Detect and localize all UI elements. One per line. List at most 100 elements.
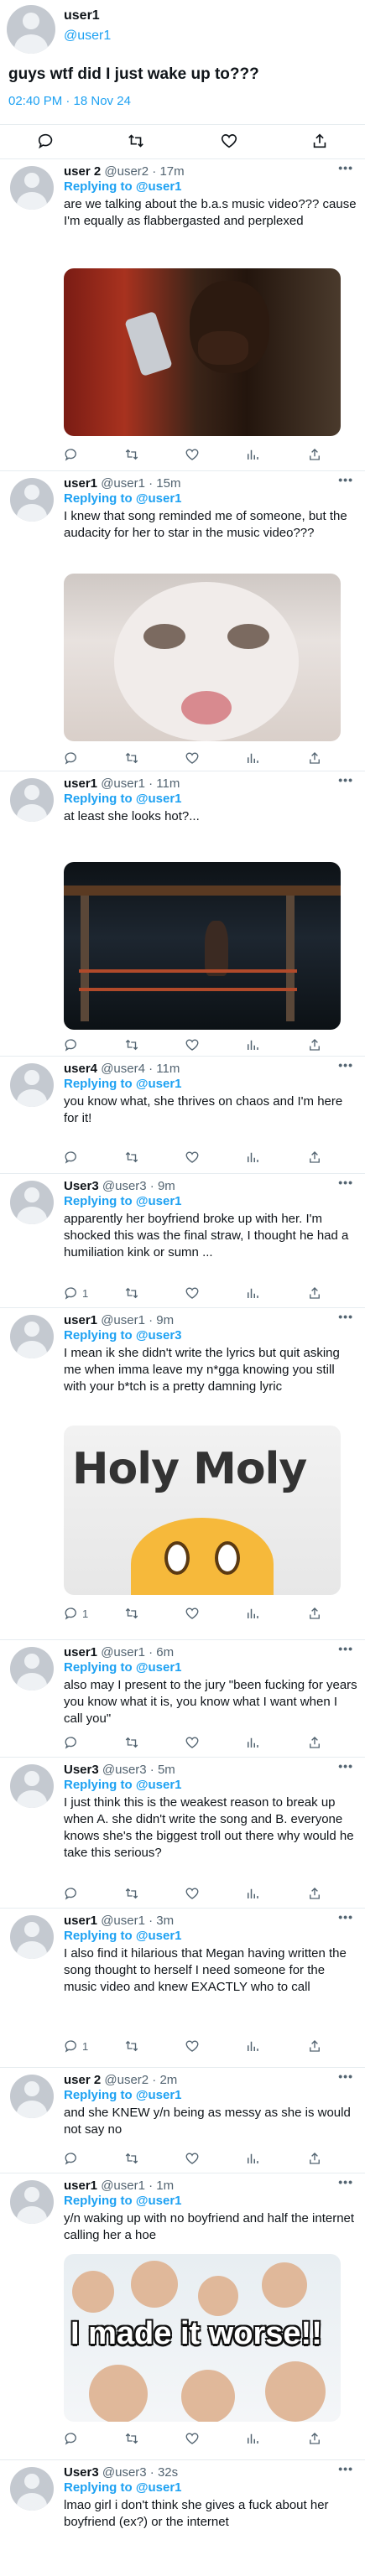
author-name[interactable]: user1 xyxy=(64,776,97,791)
comment-icon[interactable] xyxy=(64,2430,82,2447)
retweet-icon[interactable] xyxy=(124,750,143,766)
comment-icon[interactable] xyxy=(64,446,82,463)
replying-to-handle[interactable]: @user3 xyxy=(136,1328,182,1343)
author-handle[interactable]: @user1 xyxy=(101,776,145,791)
replying-to-handle[interactable]: @user1 xyxy=(136,2194,182,2208)
share-icon[interactable] xyxy=(307,1605,322,1622)
heart-icon[interactable] xyxy=(185,2150,203,2167)
heart-icon[interactable] xyxy=(185,2430,203,2447)
replying-to-handle[interactable]: @user1 xyxy=(136,491,182,506)
author-name[interactable]: user1 xyxy=(64,8,100,23)
replying-to-handle[interactable]: @user1 xyxy=(136,1778,182,1792)
views-icon[interactable] xyxy=(245,750,260,766)
retweet-icon[interactable] xyxy=(124,2430,143,2447)
avatar[interactable] xyxy=(10,2467,54,2511)
heart-icon[interactable] xyxy=(185,1885,203,1902)
more-icon[interactable]: ••• xyxy=(338,773,353,787)
heart-icon[interactable] xyxy=(185,1285,203,1301)
replying-to-handle[interactable]: @user1 xyxy=(136,179,182,194)
comment-icon[interactable] xyxy=(64,2150,82,2167)
avatar[interactable] xyxy=(10,1315,54,1358)
replying-to-handle[interactable]: @user1 xyxy=(136,2088,182,2102)
heart-icon[interactable] xyxy=(185,1036,203,1053)
heart-icon[interactable] xyxy=(185,1734,203,1751)
more-icon[interactable]: ••• xyxy=(338,2070,353,2083)
author-name[interactable]: user1 xyxy=(64,1645,97,1659)
avatar[interactable] xyxy=(10,478,54,522)
share-icon[interactable] xyxy=(307,1734,322,1751)
replying-to-handle[interactable]: @user1 xyxy=(136,1929,182,1943)
share-icon[interactable] xyxy=(310,132,331,150)
comment-icon[interactable]: 1 xyxy=(64,2038,88,2054)
more-icon[interactable]: ••• xyxy=(338,1759,353,1773)
share-icon[interactable] xyxy=(307,1149,322,1166)
more-icon[interactable]: ••• xyxy=(338,1310,353,1323)
author-handle[interactable]: @user3 xyxy=(102,1179,147,1193)
views-icon[interactable] xyxy=(245,1036,260,1053)
author-handle[interactable]: @user4 xyxy=(101,1062,145,1076)
views-icon[interactable] xyxy=(245,1149,260,1166)
comment-icon[interactable]: 1 xyxy=(64,1285,88,1301)
views-icon[interactable] xyxy=(245,2038,260,2054)
reply-tweet[interactable]: ••• User3 @user3 · 9m Replying to @user1… xyxy=(0,1174,365,1308)
share-icon[interactable] xyxy=(307,1036,322,1053)
retweet-icon[interactable] xyxy=(124,1285,143,1301)
views-icon[interactable] xyxy=(245,1605,260,1622)
reply-tweet[interactable]: ••• User3 @user3 · 5m Replying to @user1… xyxy=(0,1758,365,1909)
reply-tweet[interactable]: ••• user1 @user1 · 15m Replying to @user… xyxy=(0,471,365,771)
reply-tweet[interactable]: ••• user1 @user1 · 6m Replying to @user1… xyxy=(0,1640,365,1758)
author-name[interactable]: user 2 xyxy=(64,2073,101,2087)
comment-icon[interactable]: 1 xyxy=(64,1605,88,1622)
share-icon[interactable] xyxy=(307,1285,322,1301)
reply-tweet[interactable]: ••• user1 @user1 · 9m Replying to @user3… xyxy=(0,1308,365,1640)
tweet-image[interactable] xyxy=(64,862,341,1030)
avatar[interactable] xyxy=(10,2180,54,2224)
tweet-image[interactable] xyxy=(64,574,341,741)
avatar[interactable] xyxy=(10,1915,54,1959)
tweet-image[interactable]: I made it worse!! xyxy=(64,2254,341,2422)
author-name[interactable]: user4 xyxy=(64,1062,97,1076)
retweet-icon[interactable] xyxy=(124,1734,143,1751)
views-icon[interactable] xyxy=(245,1285,260,1301)
replying-to-handle[interactable]: @user1 xyxy=(136,792,182,806)
retweet-icon[interactable] xyxy=(124,2038,143,2054)
author-name[interactable]: user 2 xyxy=(64,164,101,179)
reply-tweet[interactable]: ••• user1 @user1 · 3m Replying to @user1… xyxy=(0,1909,365,2068)
more-icon[interactable]: ••• xyxy=(338,1176,353,1189)
author-name[interactable]: User3 xyxy=(64,2465,99,2480)
reply-tweet[interactable]: ••• user1 @user1 · 1m Replying to @user1… xyxy=(0,2174,365,2460)
reply-tweet[interactable]: ••• user1 @user1 · 11m Replying to @user… xyxy=(0,771,365,1057)
replying-to-handle[interactable]: @user1 xyxy=(136,1660,182,1675)
heart-icon[interactable] xyxy=(185,1605,203,1622)
more-icon[interactable]: ••• xyxy=(338,1058,353,1072)
reply-tweet[interactable]: ••• user 2 @user2 · 2m Replying to @user… xyxy=(0,2068,365,2174)
author-handle[interactable]: @user1 xyxy=(101,1313,145,1327)
share-icon[interactable] xyxy=(307,750,322,766)
avatar[interactable] xyxy=(10,1181,54,1224)
tweet-timestamp[interactable]: 02:40 PM · 18 Nov 24 xyxy=(8,94,131,108)
avatar[interactable] xyxy=(10,2075,54,2118)
author-handle[interactable]: @user1 xyxy=(101,1914,145,1928)
share-icon[interactable] xyxy=(307,2430,322,2447)
comment-icon[interactable] xyxy=(64,1734,82,1751)
replying-to-handle[interactable]: @user1 xyxy=(136,2480,182,2495)
share-icon[interactable] xyxy=(307,2150,322,2167)
replying-to-handle[interactable]: @user1 xyxy=(136,1194,182,1208)
retweet-icon[interactable] xyxy=(124,1036,143,1053)
share-icon[interactable] xyxy=(307,1885,322,1902)
reply-tweet[interactable]: ••• user4 @user4 · 11m Replying to @user… xyxy=(0,1057,365,1174)
more-icon[interactable]: ••• xyxy=(338,473,353,486)
heart-icon[interactable] xyxy=(185,750,203,766)
replying-to-handle[interactable]: @user1 xyxy=(136,1077,182,1091)
more-icon[interactable]: ••• xyxy=(338,2462,353,2475)
heart-icon[interactable] xyxy=(185,1149,203,1166)
tweet-image[interactable]: Holy Moly xyxy=(64,1426,341,1595)
author-handle[interactable]: @user1 xyxy=(101,2179,145,2193)
avatar[interactable] xyxy=(10,166,54,210)
heart-icon[interactable] xyxy=(185,2038,203,2054)
more-icon[interactable]: ••• xyxy=(338,1642,353,1655)
author-handle[interactable]: @user2 xyxy=(104,2073,149,2087)
retweet-icon[interactable] xyxy=(124,1605,143,1622)
views-icon[interactable] xyxy=(245,446,260,463)
views-icon[interactable] xyxy=(245,2430,260,2447)
